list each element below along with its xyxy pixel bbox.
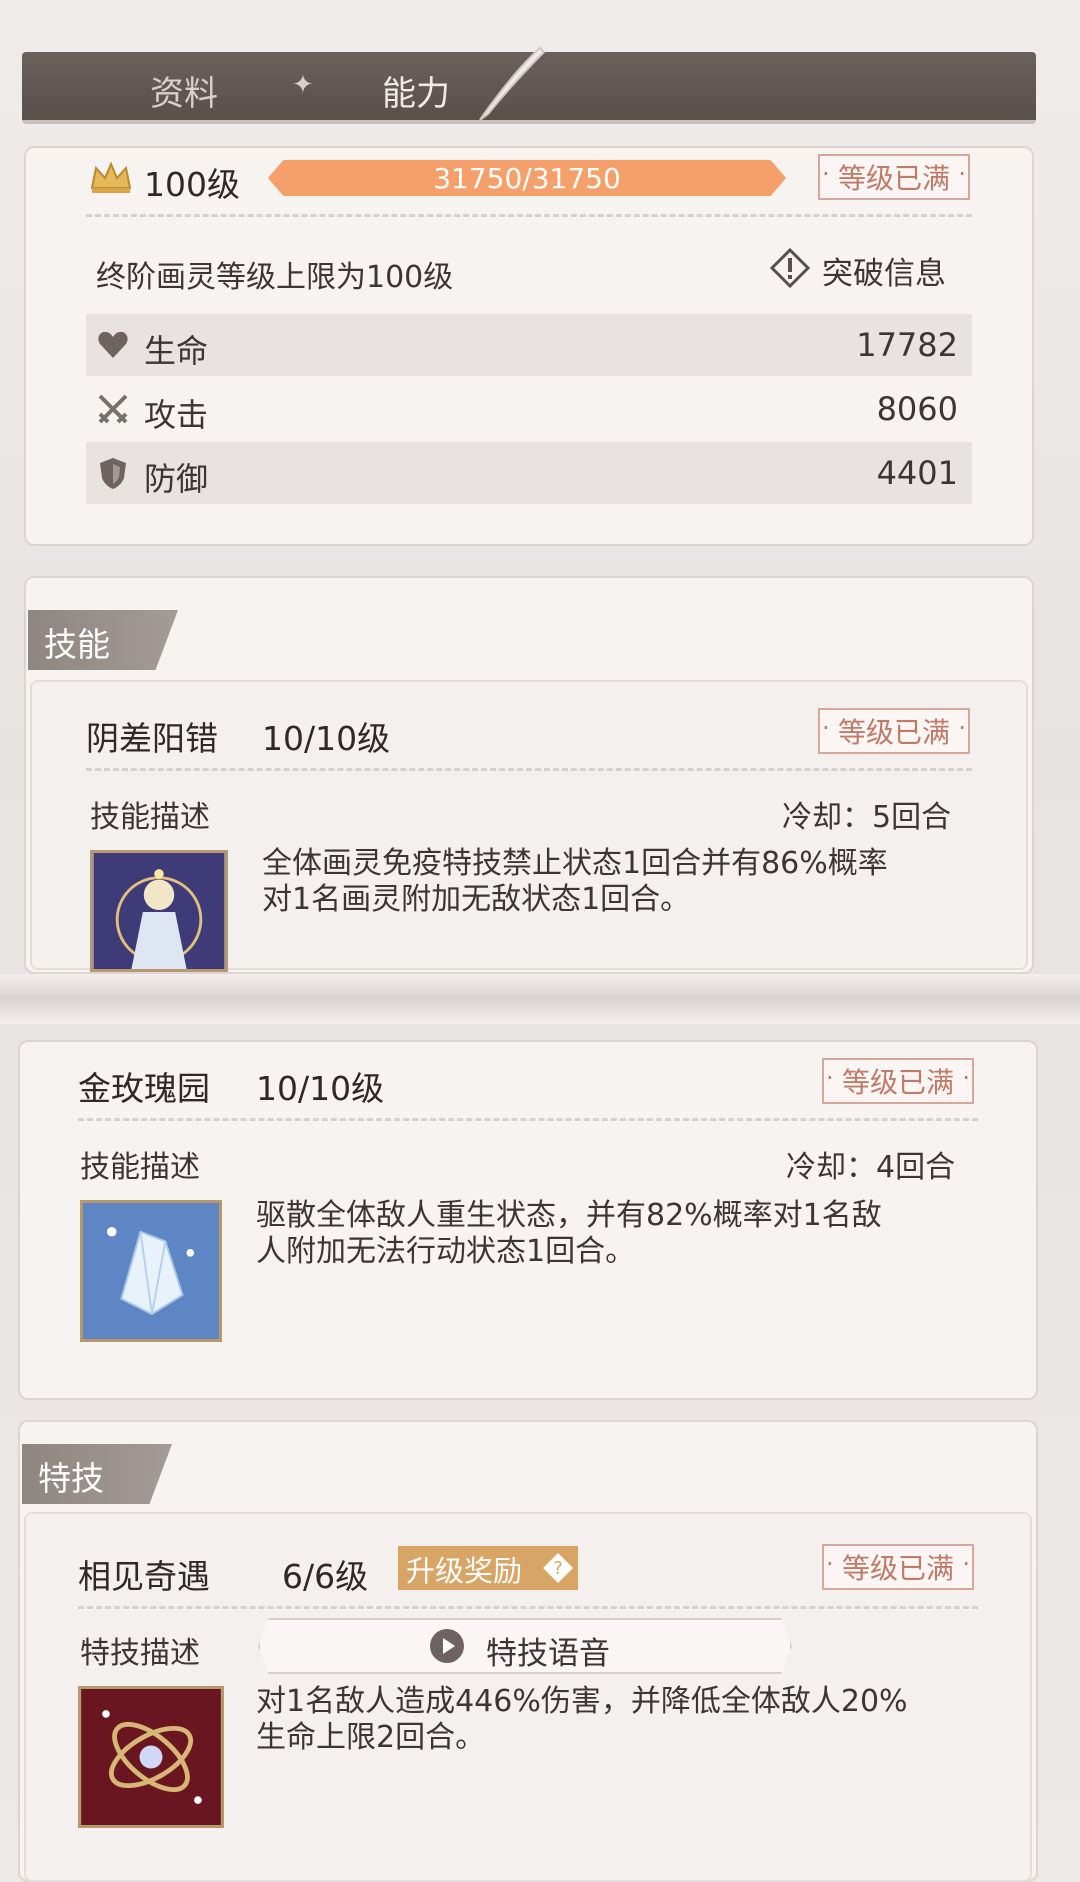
tab-info[interactable]: 资料 bbox=[150, 66, 218, 115]
special-description: 对1名敌人造成446%伤害，并降低全体敌人20% 生命上限2回合。 bbox=[256, 1684, 1026, 1756]
level-label: 100级 bbox=[144, 165, 240, 204]
skill2-desc-label: 技能描述 bbox=[80, 1150, 200, 1185]
stat-row-defense: 防御 4401 bbox=[86, 442, 972, 504]
skill2-icon bbox=[80, 1200, 222, 1342]
skill2-description: 驱散全体敌人重生状态，并有82%概率对1名敌 人附加无法行动状态1回合。 bbox=[256, 1198, 996, 1270]
level-cap-note: 终阶画灵等级上限为100级 bbox=[96, 260, 454, 295]
skill1-cooldown: 冷却：5回合 bbox=[782, 800, 952, 835]
skill1-description-line2: 对1名画灵附加无敌状态1回合。 bbox=[262, 882, 691, 917]
skill2-description-line2: 人附加无法行动状态1回合。 bbox=[256, 1234, 636, 1269]
divider bbox=[78, 1606, 978, 1609]
upgrade-reward-button[interactable]: 升级奖励 ? bbox=[398, 1546, 578, 1590]
skill1-desc-label: 技能描述 bbox=[90, 800, 210, 835]
divider bbox=[86, 214, 972, 217]
help-icon: ? bbox=[543, 1553, 573, 1583]
special-level: 6/6级 bbox=[282, 1557, 369, 1596]
top-tab-bar: 资料 ✦ 能力 bbox=[22, 46, 1036, 124]
stat-value: 17782 bbox=[856, 326, 958, 364]
stat-row-hp: 生命 17782 bbox=[86, 314, 972, 376]
svg-text:?: ? bbox=[553, 1558, 563, 1579]
stat-value: 8060 bbox=[876, 390, 958, 428]
skill1-name: 阴差阳错 bbox=[86, 719, 218, 758]
special-section-title: 特技 bbox=[22, 1444, 172, 1504]
special-desc-label: 特技描述 bbox=[80, 1636, 200, 1671]
skill1-icon bbox=[90, 850, 228, 972]
exp-progress-text: 31750/31750 bbox=[433, 162, 621, 195]
stat-row-attack: 攻击 8060 bbox=[86, 378, 972, 440]
upgrade-reward-label: 升级奖励 bbox=[406, 1554, 523, 1588]
divider bbox=[78, 1118, 978, 1121]
divider bbox=[86, 768, 972, 771]
heart-icon bbox=[98, 331, 128, 358]
skill2-description-line1: 驱散全体敌人重生状态，并有82%概率对1名敌 bbox=[256, 1198, 882, 1233]
breakthrough-label: 突破信息 bbox=[822, 256, 946, 292]
special-description-line1: 对1名敌人造成446%伤害，并降低全体敌人20% bbox=[256, 1684, 908, 1719]
skill1-max-badge: 等级已满 bbox=[818, 708, 970, 754]
crown-icon bbox=[90, 161, 132, 193]
skill2-max-badge: 等级已满 bbox=[822, 1058, 974, 1104]
quill-icon bbox=[479, 46, 546, 121]
tab-ability[interactable]: 能力 bbox=[382, 66, 450, 115]
shield-icon bbox=[100, 458, 126, 489]
tab-separator-icon: ✦ bbox=[292, 70, 314, 100]
special-name: 相见奇遇 bbox=[78, 1557, 210, 1596]
screenshot-seam bbox=[0, 974, 1080, 1024]
skill1-description-line1: 全体画灵免疫特技禁止状态1回合并有86%概率 bbox=[262, 846, 888, 881]
stat-label: 防御 bbox=[144, 460, 209, 498]
skill1-level: 10/10级 bbox=[262, 719, 391, 758]
skill2-name: 金玫瑰园 bbox=[78, 1069, 210, 1108]
exp-progress-bar: 31750/31750 bbox=[268, 160, 786, 196]
special-icon bbox=[78, 1686, 224, 1828]
skill2-level: 10/10级 bbox=[256, 1069, 385, 1108]
skill2-cooldown: 冷却：4回合 bbox=[786, 1150, 956, 1185]
special-description-line2: 生命上限2回合。 bbox=[256, 1720, 486, 1755]
warning-icon bbox=[770, 248, 810, 288]
breakthrough-button[interactable]: 突破信息 bbox=[770, 246, 970, 292]
swords-icon bbox=[98, 394, 128, 424]
special-voice-button[interactable]: 特技语音 bbox=[258, 1618, 792, 1674]
skill1-description: 全体画灵免疫特技禁止状态1回合并有86%概率 对1名画灵附加无敌状态1回合。 bbox=[262, 846, 982, 918]
skills-section-title: 技能 bbox=[28, 610, 178, 670]
play-icon bbox=[430, 1629, 464, 1663]
stat-label: 攻击 bbox=[144, 396, 209, 434]
special-voice-label: 特技语音 bbox=[486, 1636, 610, 1672]
stat-value: 4401 bbox=[876, 454, 958, 492]
special-max-badge: 等级已满 bbox=[822, 1544, 974, 1590]
level-max-badge: 等级已满 bbox=[818, 154, 970, 200]
stat-label: 生命 bbox=[144, 332, 209, 370]
